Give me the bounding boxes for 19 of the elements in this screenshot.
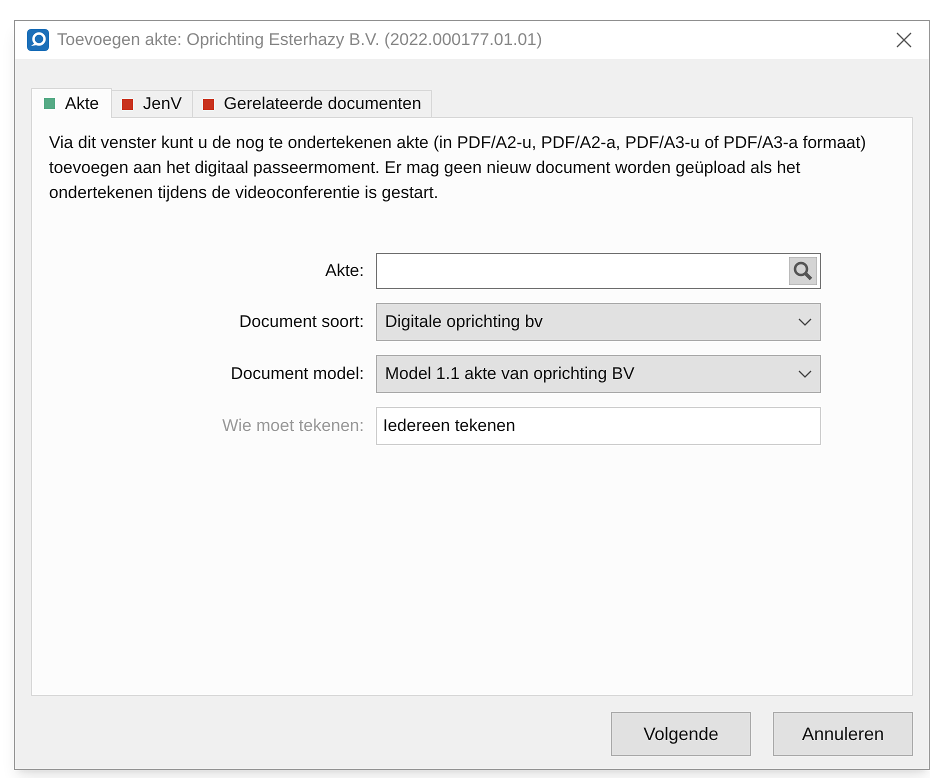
search-field[interactable] bbox=[376, 253, 821, 289]
tab[interactable]: Akte bbox=[31, 88, 112, 118]
window-title: Toevoegen akte: Oprichting Esterhazy B.V. (2022.000177.01.01) bbox=[57, 29, 544, 52]
tab[interactable]: Gerelateerde documenten bbox=[192, 90, 432, 117]
dropdown[interactable]: Digitale oprichting bv bbox=[376, 303, 821, 341]
dialog-button[interactable]: Volgende bbox=[611, 712, 751, 756]
chevron-down-icon bbox=[798, 317, 812, 327]
app-logo-icon bbox=[27, 29, 49, 51]
close-icon[interactable] bbox=[895, 31, 913, 49]
field-label: Document model: bbox=[230, 363, 364, 386]
dropdown[interactable]: Model 1.1 akte van oprichting BV bbox=[376, 355, 821, 393]
search-icon[interactable] bbox=[789, 257, 817, 285]
field-label: Akte: bbox=[324, 260, 364, 282]
field-label: Wie moet tekenen: bbox=[221, 415, 364, 438]
field-label: Document soort: bbox=[238, 311, 364, 334]
chevron-down-icon bbox=[798, 369, 812, 379]
tab[interactable]: JenV bbox=[112, 90, 193, 117]
intro-text: Via dit venster kunt u de nog te ondertekenen akte (in PDF/A2-u, PDF/A2-a, PDF/A3-u of PDF/A3-a formaat) toevoegen aan het digitaal passeermoment. Er mag geen nieuw document worden geüpload als het ondertekenen tijdens de videoconferentie is gestart. bbox=[49, 132, 868, 204]
dialog-button[interactable]: Annuleren bbox=[773, 712, 913, 756]
